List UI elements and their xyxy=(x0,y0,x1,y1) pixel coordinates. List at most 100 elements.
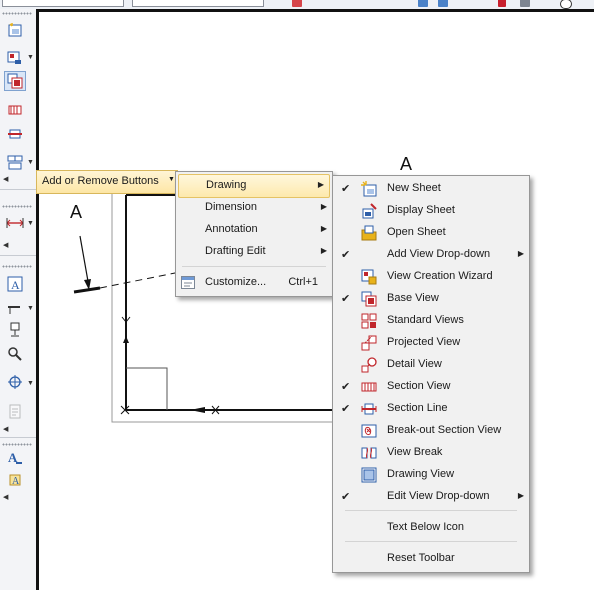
datum-icon[interactable] xyxy=(5,321,25,339)
check-mark-icon: ✔ xyxy=(341,403,351,415)
base-view-icon xyxy=(361,291,377,307)
add-remove-submenu: Drawing ▶ Dimension ▶ Annotation ▶ Draft… xyxy=(175,171,333,297)
svg-text:A: A xyxy=(12,476,20,487)
section-arrow-head xyxy=(84,279,91,290)
menu-item-label: Base View xyxy=(387,292,439,304)
base-view-icon[interactable] xyxy=(4,71,26,91)
top-field-2[interactable] xyxy=(132,0,264,7)
menu-item-label: Projected View xyxy=(387,336,461,348)
menu-item-view-break[interactable]: View Break xyxy=(333,442,529,464)
check-mark-icon: ✔ xyxy=(341,381,351,393)
add-remove-buttons-label: Add or Remove Buttons xyxy=(42,175,159,187)
disabled-tool-icon xyxy=(5,403,25,421)
toolbar-grip[interactable] xyxy=(2,205,32,208)
caret-down-icon[interactable]: ▼ xyxy=(27,54,34,61)
canvas-left-border xyxy=(36,9,39,590)
top-toolbar-icon[interactable] xyxy=(560,0,572,9)
toolbar-overflow-icon[interactable]: ◀ xyxy=(3,241,8,249)
menu-separator xyxy=(182,266,326,267)
caret-down-icon[interactable]: ▼ xyxy=(27,305,34,312)
menu-item-label: Detail View xyxy=(387,358,442,370)
check-mark-icon: ✔ xyxy=(341,293,351,305)
menu-item-label: Add View Drop-down xyxy=(387,248,491,260)
menu-item-label: Break-out Section View xyxy=(387,424,502,436)
menu-item-annotation[interactable]: Annotation ▶ xyxy=(176,219,332,241)
menu-item-drawing-view[interactable]: Drawing View xyxy=(333,464,529,486)
caret-down-icon[interactable]: ▼ xyxy=(27,220,34,227)
dimension-icon[interactable] xyxy=(5,214,25,232)
toolbar-overflow-icon[interactable]: ◀ xyxy=(3,175,8,183)
menu-item-section-line[interactable]: ✔ Section Line xyxy=(333,398,529,420)
menu-item-base-view[interactable]: ✔ Base View xyxy=(333,288,529,310)
leader-icon[interactable] xyxy=(5,299,25,317)
caret-down-icon[interactable]: ▼ xyxy=(27,159,34,166)
top-toolbar-icon[interactable] xyxy=(438,0,448,7)
zoom-icon[interactable] xyxy=(5,345,25,363)
check-mark-icon: ✔ xyxy=(341,491,351,503)
menu-item-label: Open Sheet xyxy=(387,226,446,238)
menu-item-drafting-edit[interactable]: Drafting Edit ▶ xyxy=(176,241,332,263)
z-marker xyxy=(120,405,130,415)
menu-item-add-view-drop-down[interactable]: ✔ Add View Drop-down ▶ xyxy=(333,244,529,266)
menu-item-open-sheet[interactable]: Open Sheet xyxy=(333,222,529,244)
menu-item-text-below-icon[interactable]: Text Below Icon xyxy=(333,517,529,539)
submenu-arrow-icon: ▶ xyxy=(320,224,327,233)
top-toolbar-icon[interactable] xyxy=(292,0,302,7)
menu-item-label: Display Sheet xyxy=(387,204,455,216)
toolbar-grip[interactable] xyxy=(2,443,32,446)
menu-item-display-sheet[interactable]: Display Sheet xyxy=(333,200,529,222)
submenu-arrow-icon: ▶ xyxy=(517,491,524,500)
canvas-top-border xyxy=(36,9,594,12)
menu-item-break-out-section-view[interactable]: Break-out Section View xyxy=(333,420,529,442)
top-toolbar-icon[interactable] xyxy=(520,0,530,7)
detail-view-icon xyxy=(361,357,377,373)
section-arrow-shaft xyxy=(79,235,90,288)
menu-item-new-sheet[interactable]: ✔ New Sheet xyxy=(333,178,529,200)
menu-item-customize[interactable]: Customize... Ctrl+1 xyxy=(176,272,332,294)
caret-down-icon: ▼ xyxy=(168,176,175,183)
menu-item-label: Edit View Drop-down xyxy=(387,490,490,502)
menu-item-dimension[interactable]: Dimension ▶ xyxy=(176,197,332,219)
menu-item-standard-views[interactable]: Standard Views xyxy=(333,310,529,332)
view-creation-wizard-icon xyxy=(361,269,377,285)
add-remove-buttons[interactable]: Add or Remove Buttons ▼ xyxy=(36,170,178,194)
menu-item-reset-toolbar[interactable]: Reset Toolbar xyxy=(333,548,529,570)
toolbar-divider xyxy=(0,437,36,438)
drawing-view-icon xyxy=(361,467,377,483)
menu-item-detail-view[interactable]: Detail View xyxy=(333,354,529,376)
axis-arrow-right xyxy=(190,407,205,413)
left-toolbar: ▼ ▼ ◀ ▼ ◀ A ▼ ▼ ◀ A A ◀ xyxy=(0,9,36,590)
top-toolbar-icon[interactable] xyxy=(418,0,428,7)
menu-item-section-view[interactable]: ✔ Section View xyxy=(333,376,529,398)
format-text-icon[interactable]: A xyxy=(5,471,25,489)
caret-down-icon[interactable]: ▼ xyxy=(27,380,34,387)
menu-item-label: Standard Views xyxy=(387,314,464,326)
menu-item-edit-view-drop-down[interactable]: ✔ Edit View Drop-down ▶ xyxy=(333,486,529,508)
open-sheet-icon xyxy=(361,225,377,241)
new-sheet-icon xyxy=(361,181,377,197)
menu-separator xyxy=(345,541,517,542)
projected-view-icon xyxy=(361,335,377,351)
center-mark-icon[interactable] xyxy=(5,373,25,391)
text-icon[interactable]: A xyxy=(5,275,25,293)
menu-separator xyxy=(345,510,517,511)
menu-item-view-creation-wizard[interactable]: View Creation Wizard xyxy=(333,266,529,288)
text-style-icon[interactable]: A xyxy=(5,449,25,467)
menu-item-label: Section View xyxy=(387,380,451,392)
toolbar-grip[interactable] xyxy=(2,12,32,15)
view-creation-icon[interactable] xyxy=(5,49,25,67)
top-toolbar-icon[interactable] xyxy=(498,0,506,7)
section-line-end xyxy=(73,286,101,294)
toolbar-divider xyxy=(0,255,36,256)
menu-item-drawing[interactable]: Drawing ▶ xyxy=(178,174,330,198)
toolbar-overflow-icon[interactable]: ◀ xyxy=(3,493,8,501)
top-field-1[interactable] xyxy=(2,0,124,7)
view-break-icon xyxy=(361,445,377,461)
toolbar-overflow-icon[interactable]: ◀ xyxy=(3,425,8,433)
new-sheet-icon[interactable] xyxy=(5,21,25,39)
section-line-icon[interactable] xyxy=(5,125,25,143)
menu-item-projected-view[interactable]: Projected View xyxy=(333,332,529,354)
edit-view-icon[interactable] xyxy=(5,153,25,171)
toolbar-grip[interactable] xyxy=(2,265,32,268)
section-view-icon[interactable] xyxy=(5,101,25,119)
